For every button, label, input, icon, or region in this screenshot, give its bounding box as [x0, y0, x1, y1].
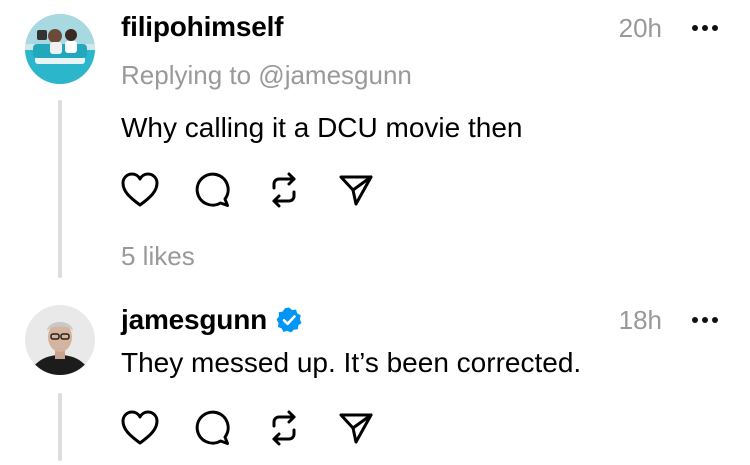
repost-button[interactable] — [264, 170, 304, 210]
username-label[interactable]: jamesgunn — [121, 303, 267, 337]
avatar-jamesgunn[interactable] — [25, 305, 95, 375]
username[interactable]: jamesgunn — [121, 303, 303, 337]
action-bar — [120, 408, 408, 448]
more-options-icon[interactable] — [692, 315, 718, 325]
timestamp: 18h — [618, 305, 662, 335]
like-button[interactable] — [120, 408, 160, 448]
share-button[interactable] — [336, 170, 376, 210]
comment-icon — [195, 410, 230, 445]
post-text: Why calling it a DCU movie then — [121, 112, 523, 143]
share-button[interactable] — [336, 408, 376, 448]
likes-count[interactable]: 5 likes — [121, 240, 195, 272]
reply-post-jamesgunn: jamesgunn 18h They messed up. It’s been … — [0, 290, 750, 465]
post-text: They messed up. It’s been corrected. — [121, 347, 582, 378]
comment-button[interactable] — [192, 170, 232, 210]
more-options-icon[interactable] — [692, 23, 718, 33]
avatar-photo-icon — [25, 305, 95, 375]
avatar-filipohimself[interactable] — [25, 14, 95, 84]
like-button[interactable] — [120, 170, 160, 210]
reply-post-filipohimself: filipohimself 20h Replying to @jamesgunn… — [0, 0, 750, 290]
comment-icon — [195, 172, 230, 207]
verified-badge-icon — [276, 307, 302, 333]
timestamp: 20h — [618, 13, 662, 43]
repost-button[interactable] — [264, 408, 304, 448]
repost-icon — [272, 410, 296, 446]
username-label[interactable]: filipohimself — [121, 10, 283, 44]
repost-icon — [272, 172, 296, 208]
share-icon — [339, 413, 373, 444]
thread-line — [58, 393, 62, 461]
username[interactable]: filipohimself — [121, 10, 283, 44]
comment-button[interactable] — [192, 408, 232, 448]
replying-to-label[interactable]: Replying to @jamesgunn — [121, 59, 412, 91]
heart-icon — [121, 410, 159, 445]
heart-icon — [121, 172, 159, 207]
share-icon — [339, 175, 373, 206]
action-bar — [120, 170, 408, 210]
thread-line — [58, 100, 62, 278]
avatar-photo-icon — [25, 14, 95, 84]
